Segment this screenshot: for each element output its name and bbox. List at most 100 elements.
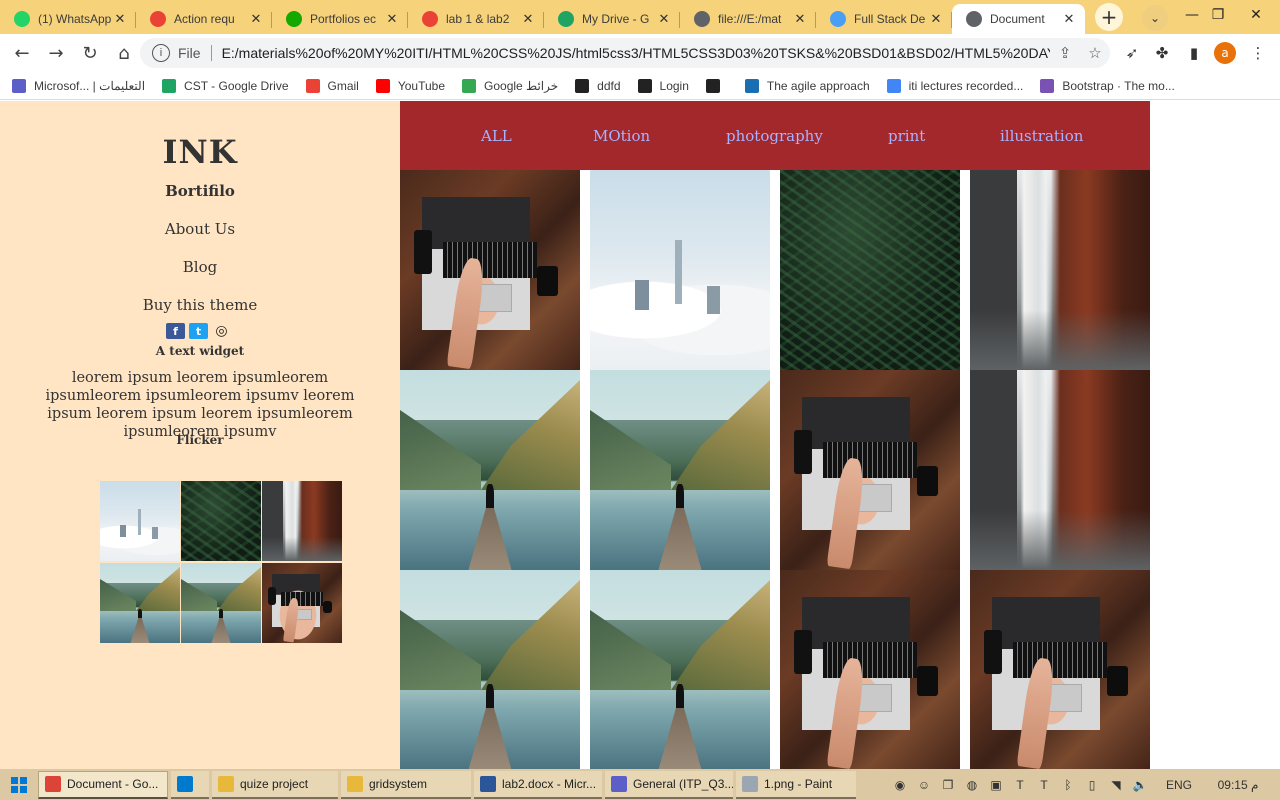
taskbar-app[interactable]: quize project	[212, 770, 338, 799]
taskbar-app[interactable]: gridsystem	[341, 770, 471, 799]
site-subtitle: Bortifilo	[165, 182, 235, 200]
extensions-button[interactable]: ✤	[1148, 39, 1176, 67]
bookmark-item[interactable]: Google خرائط	[462, 78, 558, 93]
new-tab-button[interactable]: +	[1095, 3, 1123, 31]
network-globe-icon[interactable]: ◉	[890, 775, 910, 795]
bookmark-item[interactable]: YouTube	[375, 78, 445, 93]
taskbar-app[interactable]: 1.png - Paint	[736, 770, 856, 799]
gallery-image[interactable]	[400, 570, 580, 769]
gallery-image[interactable]	[970, 370, 1150, 570]
bookmark-item[interactable]	[705, 78, 728, 93]
bookmark-item[interactable]: Bootstrap · The mo...	[1040, 78, 1175, 93]
flicker-thumbnail[interactable]	[181, 563, 261, 643]
gallery-image[interactable]	[400, 370, 580, 570]
browser-tab[interactable]: Full Stack De ✕	[816, 4, 952, 34]
close-tab-icon[interactable]: ✕	[520, 11, 536, 27]
reload-button[interactable]: ↻	[74, 37, 106, 69]
browser-tab[interactable]: file:///E:/mat ✕	[680, 4, 816, 34]
browser-tab[interactable]: My Drive - G ✕	[544, 4, 680, 34]
menu-button[interactable]: ⋮	[1244, 39, 1272, 67]
back-button[interactable]: ←	[6, 37, 38, 69]
gallery-image[interactable]	[970, 170, 1150, 370]
monitor-icon[interactable]: ▣	[986, 775, 1006, 795]
gallery-image[interactable]	[970, 570, 1150, 769]
wifi-icon[interactable]: ◥	[1106, 775, 1126, 795]
info-icon[interactable]: i	[152, 44, 170, 62]
home-button[interactable]: ⌂	[108, 37, 140, 69]
taskbar-app[interactable]: lab2.docx - Micr...	[474, 770, 602, 799]
side-panel-button[interactable]: ▮	[1180, 39, 1208, 67]
browser-tab[interactable]: Document ✕	[952, 4, 1085, 34]
flicker-thumbnail[interactable]	[100, 563, 180, 643]
google-drive-icon	[162, 78, 177, 93]
tab-search-button[interactable]: ⌄	[1142, 5, 1168, 31]
teams-tray-icon-2[interactable]: T	[1034, 775, 1054, 795]
flicker-thumbnail[interactable]	[262, 481, 342, 561]
volume-icon[interactable]: 🔈	[1130, 775, 1150, 795]
filter-photography[interactable]: photography	[726, 127, 823, 145]
taskbar-app[interactable]	[171, 770, 209, 799]
bookmark-item[interactable]: Login	[637, 78, 689, 93]
nav-link-blog[interactable]: Blog	[0, 258, 400, 276]
flicker-thumbnail[interactable]	[100, 481, 180, 561]
flicker-thumbnail[interactable]	[181, 481, 261, 561]
flicker-thumbnail[interactable]	[262, 563, 342, 643]
nav-link-about[interactable]: About Us	[0, 220, 400, 238]
share-icon[interactable]: ⇪	[1050, 44, 1080, 62]
language-indicator[interactable]: ENG	[1162, 775, 1196, 795]
twitter-icon[interactable]: t	[189, 323, 208, 339]
browser-tab[interactable]: lab 1 & lab2 ✕	[408, 4, 544, 34]
bookmark-item[interactable]: CST - Google Drive	[162, 78, 289, 93]
eye-icon[interactable]: ◎	[212, 323, 231, 339]
filter-print[interactable]: print	[888, 127, 925, 145]
close-tab-icon[interactable]: ✕	[656, 11, 672, 27]
address-bar[interactable]: i File E:/materials%20of%20MY%20ITI/HTML…	[140, 38, 1110, 68]
filter-motion[interactable]: MOtion	[593, 127, 650, 145]
chrome-tray-icon[interactable]: ◍	[962, 775, 982, 795]
start-button[interactable]	[0, 769, 38, 800]
close-tab-icon[interactable]: ✕	[792, 11, 808, 27]
close-window-button[interactable]: ✕	[1238, 0, 1274, 30]
facebook-icon[interactable]: f	[166, 323, 185, 339]
close-tab-icon[interactable]: ✕	[112, 11, 128, 27]
star-icon[interactable]: ☆	[1080, 44, 1110, 62]
forward-button[interactable]: →	[40, 37, 72, 69]
close-tab-icon[interactable]: ✕	[1061, 11, 1077, 27]
bookmark-item[interactable]: iti lectures recorded...	[886, 78, 1023, 93]
tray-app-icon[interactable]: ☺	[914, 775, 934, 795]
close-tab-icon[interactable]: ✕	[248, 11, 264, 27]
extension-button[interactable]: ➶	[1118, 39, 1146, 67]
bluetooth-icon[interactable]: ᛒ	[1058, 775, 1078, 795]
teams-tray-icon[interactable]: T	[1010, 775, 1030, 795]
restore-button[interactable]: ❐	[1200, 0, 1236, 30]
gallery-image[interactable]	[780, 170, 960, 370]
gallery-image[interactable]	[780, 370, 960, 570]
profile-avatar[interactable]: a	[1214, 42, 1236, 64]
filter-illustration[interactable]: illustration	[1000, 127, 1083, 145]
gallery-image[interactable]	[780, 570, 960, 769]
bookmark-item[interactable]: ddfd	[575, 78, 621, 93]
url-text[interactable]: E:/materials%20of%20MY%20ITI/HTML%20CSS%…	[222, 45, 1050, 61]
taskbar-app[interactable]: General (ITP_Q3...	[605, 770, 733, 799]
filter-all[interactable]: ALL	[481, 127, 512, 145]
close-tab-icon[interactable]: ✕	[384, 11, 400, 27]
bookmark-item[interactable]: Microsof... | التعليمات	[12, 78, 145, 93]
windows-copy-icon[interactable]: ❐	[938, 775, 958, 795]
browser-tab[interactable]: (1) WhatsApp ✕	[0, 4, 136, 34]
taskbar-app[interactable]: Document - Go...	[38, 770, 168, 799]
brand-logo[interactable]: INK	[0, 133, 400, 171]
battery-icon[interactable]: ▯	[1082, 775, 1102, 795]
browser-tab[interactable]: Action requ ✕	[136, 4, 272, 34]
browser-tab[interactable]: Portfolios ec ✕	[272, 4, 408, 34]
bookmark-item[interactable]: Gmail	[305, 78, 359, 93]
gallery-image[interactable]	[590, 370, 770, 570]
close-tab-icon[interactable]: ✕	[928, 11, 944, 27]
nav-link-buy-theme[interactable]: Buy this theme	[0, 296, 400, 314]
gallery-image[interactable]	[400, 170, 580, 370]
clock[interactable]: 09:15 م	[1210, 775, 1266, 795]
gallery-image[interactable]	[590, 570, 770, 769]
gallery-image[interactable]	[590, 170, 770, 370]
photo-detail	[590, 610, 671, 690]
tab-title: lab 1 & lab2	[446, 12, 510, 26]
bookmark-item[interactable]: The agile approach	[744, 78, 870, 93]
